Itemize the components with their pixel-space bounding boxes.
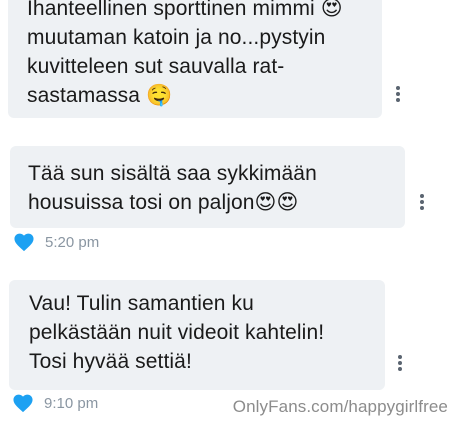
watermark: OnlyFans.com/happygirlfree <box>232 397 448 416</box>
message-text: Ihanteellinen sporttinen mimmi 😍 muutama… <box>27 0 343 107</box>
message-text: Vau! Tulin samantien ku pelkästään nuit … <box>29 292 325 373</box>
more-options-icon[interactable] <box>396 86 400 102</box>
message-text: Tää sun sisältä saa sykkimään housuissa … <box>28 162 317 214</box>
message-bubble: Ihanteellinen sporttinen mimmi 😍 muutama… <box>8 0 382 118</box>
message-time: 9:10 pm <box>44 394 99 412</box>
chat-screen: Ihanteellinen sporttinen mimmi 😍 muutama… <box>0 0 460 430</box>
more-options-icon[interactable] <box>420 194 424 210</box>
heart-icon[interactable] <box>12 393 34 413</box>
heart-icon[interactable] <box>13 232 35 252</box>
message-bubble: Tää sun sisältä saa sykkimään housuissa … <box>10 146 405 228</box>
message-time: 5:20 pm <box>45 233 100 251</box>
message-meta: 5:20 pm <box>13 231 99 253</box>
message-meta: 9:10 pm <box>12 392 98 414</box>
message-bubble: Vau! Tulin samantien ku pelkästään nuit … <box>9 280 385 390</box>
more-options-icon[interactable] <box>398 355 402 371</box>
